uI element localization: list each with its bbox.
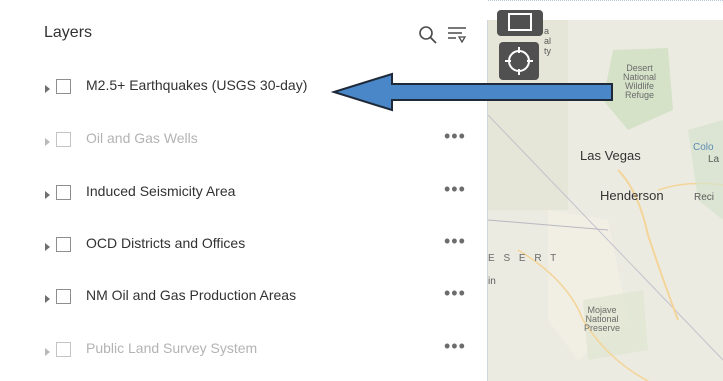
expand-caret-icon[interactable] — [43, 82, 53, 96]
layer-row[interactable]: NM Oil and Gas Production Areas ••• — [0, 274, 487, 326]
map-label-a: a — [544, 26, 550, 36]
map-label-desert-refuge: Desert National Wildlife Refuge — [623, 63, 657, 100]
expand-caret-icon[interactable] — [43, 292, 53, 306]
layer-row[interactable]: OCD Districts and Offices ••• — [0, 222, 487, 274]
map-label-henderson: Henderson — [600, 188, 664, 203]
home-icon — [508, 13, 532, 31]
map-label-la: La — [708, 154, 720, 165]
layer-label: M2.5+ Earthquakes (USGS 30-day) — [86, 77, 308, 93]
filter-icon[interactable] — [446, 25, 468, 45]
map-label-rec: Reci — [694, 192, 715, 203]
map-label-desert: E S E R T — [488, 253, 560, 264]
layer-row[interactable]: Oil and Gas Wells ••• — [0, 117, 487, 169]
layer-label: NM Oil and Gas Production Areas — [86, 287, 297, 303]
layer-label: Public Land Survey System — [86, 340, 258, 356]
layer-visibility-checkbox[interactable] — [56, 79, 71, 94]
map-label-colo: Colo — [693, 142, 714, 153]
search-icon[interactable] — [418, 25, 438, 45]
more-options-icon[interactable]: ••• — [444, 232, 466, 250]
map-label-al: al — [544, 36, 552, 46]
layer-row[interactable]: Induced Seismicity Area ••• — [0, 170, 487, 222]
layer-row[interactable]: Public Land Survey System ••• — [0, 327, 487, 379]
map-label-mojave: Mojave National Preserve — [584, 305, 621, 333]
map-home-button[interactable] — [497, 10, 543, 36]
expand-caret-icon[interactable] — [43, 345, 53, 359]
panel-title: Layers — [44, 24, 93, 41]
expand-caret-icon[interactable] — [43, 135, 53, 149]
layer-visibility-checkbox[interactable] — [56, 237, 71, 252]
map-label-las-vegas: Las Vegas — [580, 148, 641, 163]
layer-visibility-checkbox[interactable] — [56, 289, 71, 304]
more-options-icon[interactable]: ••• — [444, 337, 466, 355]
layer-label: Oil and Gas Wells — [86, 130, 198, 146]
layers-panel: Layers M2.5+ Earthquakes (USGS 30-day) Oi… — [0, 0, 488, 381]
layer-label: Induced Seismicity Area — [86, 183, 236, 199]
expand-caret-icon[interactable] — [43, 240, 53, 254]
more-options-icon[interactable]: ••• — [444, 284, 466, 302]
expand-caret-icon[interactable] — [43, 188, 53, 202]
more-options-icon[interactable]: ••• — [444, 127, 466, 145]
map-label-in: in — [488, 276, 496, 287]
annotation-arrow — [330, 72, 613, 112]
layer-label: OCD Districts and Offices — [86, 235, 246, 251]
layer-visibility-checkbox[interactable] — [56, 342, 71, 357]
map-label-ty: ty — [544, 46, 552, 56]
more-options-icon[interactable]: ••• — [444, 180, 466, 198]
layer-visibility-checkbox[interactable] — [56, 132, 71, 147]
layer-visibility-checkbox[interactable] — [56, 185, 71, 200]
